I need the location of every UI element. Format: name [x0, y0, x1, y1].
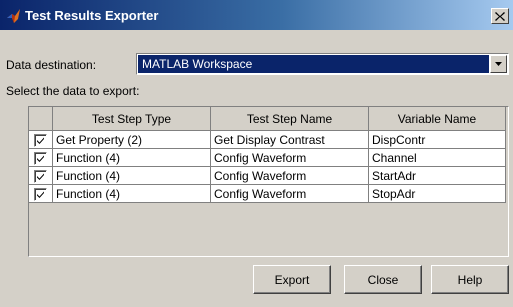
- header-checkbox-column: [28, 106, 53, 131]
- row-checkbox-cell[interactable]: [28, 148, 53, 167]
- table-row[interactable]: Function (4) Config Waveform StartAdr: [28, 166, 506, 185]
- close-window-button[interactable]: [491, 8, 509, 24]
- test-step-type-cell[interactable]: Function (4): [52, 166, 211, 185]
- checkmark-icon: [37, 155, 44, 162]
- test-step-name-cell[interactable]: Config Waveform: [210, 184, 369, 203]
- test-step-type-cell[interactable]: Get Property (2): [52, 130, 211, 149]
- table-row[interactable]: Get Property (2) Get Display Contrast Di…: [28, 130, 506, 149]
- export-checkbox[interactable]: [34, 133, 47, 147]
- checkmark-icon: [37, 173, 44, 180]
- window-title: Test Results Exporter: [25, 8, 159, 23]
- table-row[interactable]: Function (4) Config Waveform StopAdr: [28, 184, 506, 203]
- variable-name-cell[interactable]: Channel: [368, 148, 506, 167]
- chevron-down-icon: [495, 62, 502, 66]
- row-checkbox-cell[interactable]: [28, 166, 53, 185]
- test-step-name-cell[interactable]: Get Display Contrast: [210, 130, 369, 149]
- destination-label: Data destination:: [6, 58, 97, 72]
- test-step-type-cell[interactable]: Function (4): [52, 184, 211, 203]
- checkmark-icon: [37, 191, 44, 198]
- variable-name-cell[interactable]: DispContr: [368, 130, 506, 149]
- data-grid: Test Step Type Test Step Name Variable N…: [28, 106, 506, 203]
- table-header-row: Test Step Type Test Step Name Variable N…: [28, 106, 506, 131]
- header-variable-name[interactable]: Variable Name: [368, 106, 506, 131]
- export-data-table: Test Step Type Test Step Name Variable N…: [28, 106, 509, 257]
- row-checkbox-cell[interactable]: [28, 184, 53, 203]
- help-button[interactable]: Help: [431, 265, 509, 294]
- dropdown-arrow-button[interactable]: [490, 55, 507, 73]
- destination-selected-value: MATLAB Workspace: [138, 55, 489, 73]
- destination-dropdown[interactable]: MATLAB Workspace: [136, 53, 509, 75]
- row-checkbox-cell[interactable]: [28, 130, 53, 149]
- table-row[interactable]: Function (4) Config Waveform Channel: [28, 148, 506, 167]
- close-icon: [495, 11, 505, 21]
- export-checkbox[interactable]: [34, 151, 47, 165]
- test-step-name-cell[interactable]: Config Waveform: [210, 166, 369, 185]
- export-button[interactable]: Export: [253, 265, 331, 294]
- close-button[interactable]: Close: [344, 265, 422, 294]
- export-checkbox[interactable]: [34, 187, 47, 201]
- variable-name-cell[interactable]: StopAdr: [368, 184, 506, 203]
- matlab-logo-icon: [6, 8, 20, 23]
- test-results-exporter-window: Test Results Exporter Data destination: …: [0, 0, 513, 307]
- title-bar[interactable]: Test Results Exporter: [0, 0, 513, 30]
- test-step-name-cell[interactable]: Config Waveform: [210, 148, 369, 167]
- header-test-step-name[interactable]: Test Step Name: [210, 106, 369, 131]
- header-test-step-type[interactable]: Test Step Type: [52, 106, 211, 131]
- export-checkbox[interactable]: [34, 169, 47, 183]
- test-step-type-cell[interactable]: Function (4): [52, 148, 211, 167]
- variable-name-cell[interactable]: StartAdr: [368, 166, 506, 185]
- select-data-label: Select the data to export:: [6, 84, 140, 98]
- checkmark-icon: [37, 137, 44, 144]
